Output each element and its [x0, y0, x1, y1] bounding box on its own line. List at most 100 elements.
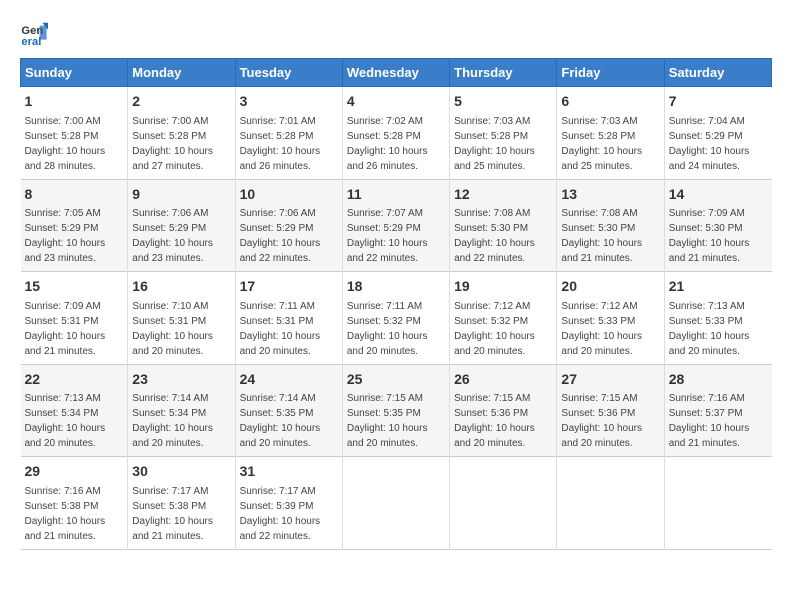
calendar-cell: 26 Sunrise: 7:15 AMSunset: 5:36 PMDayligh…	[450, 364, 557, 457]
day-info: Sunrise: 7:15 AMSunset: 5:36 PMDaylight:…	[561, 393, 642, 449]
day-number: 28	[669, 370, 768, 390]
calendar-cell	[557, 457, 664, 550]
day-number: 4	[347, 92, 445, 112]
calendar-cell: 13 Sunrise: 7:08 AMSunset: 5:30 PMDayligh…	[557, 179, 664, 272]
calendar-cell: 21 Sunrise: 7:13 AMSunset: 5:33 PMDayligh…	[664, 272, 771, 365]
day-number: 26	[454, 370, 552, 390]
day-number: 12	[454, 185, 552, 205]
day-info: Sunrise: 7:17 AMSunset: 5:38 PMDaylight:…	[132, 486, 213, 542]
day-info: Sunrise: 7:13 AMSunset: 5:34 PMDaylight:…	[25, 393, 106, 449]
calendar-cell: 14 Sunrise: 7:09 AMSunset: 5:30 PMDayligh…	[664, 179, 771, 272]
calendar-cell: 9 Sunrise: 7:06 AMSunset: 5:29 PMDaylight…	[128, 179, 235, 272]
day-number: 15	[25, 277, 124, 297]
day-info: Sunrise: 7:13 AMSunset: 5:33 PMDaylight:…	[669, 301, 750, 357]
day-number: 6	[561, 92, 659, 112]
calendar-cell: 8Sunrise: 7:05 AMSunset: 5:29 PMDaylight…	[21, 179, 128, 272]
day-number: 3	[240, 92, 338, 112]
day-number: 14	[669, 185, 768, 205]
day-number: 27	[561, 370, 659, 390]
calendar-cell: 31Sunrise: 7:17 AMSunset: 5:39 PMDayligh…	[235, 457, 342, 550]
column-header-friday: Friday	[557, 59, 664, 87]
column-header-saturday: Saturday	[664, 59, 771, 87]
day-info: Sunrise: 7:06 AMSunset: 5:29 PMDaylight:…	[240, 208, 321, 264]
day-number: 7	[669, 92, 768, 112]
calendar-cell: 15 Sunrise: 7:09 AMSunset: 5:31 PMDayligh…	[21, 272, 128, 365]
calendar-cell: 12 Sunrise: 7:08 AMSunset: 5:30 PMDayligh…	[450, 179, 557, 272]
day-number: 1	[25, 92, 124, 112]
day-number: 20	[561, 277, 659, 297]
calendar-cell: 20 Sunrise: 7:12 AMSunset: 5:33 PMDayligh…	[557, 272, 664, 365]
calendar-cell: 18Sunrise: 7:11 AMSunset: 5:32 PMDayligh…	[342, 272, 449, 365]
calendar-cell: 23Sunrise: 7:14 AMSunset: 5:34 PMDayligh…	[128, 364, 235, 457]
week-row-2: 8Sunrise: 7:05 AMSunset: 5:29 PMDaylight…	[21, 179, 772, 272]
day-info: Sunrise: 7:16 AMSunset: 5:37 PMDaylight:…	[669, 393, 750, 449]
calendar-table: SundayMondayTuesdayWednesdayThursdayFrid…	[20, 58, 772, 550]
calendar-cell: 10 Sunrise: 7:06 AMSunset: 5:29 PMDayligh…	[235, 179, 342, 272]
day-number: 11	[347, 185, 445, 205]
day-info: Sunrise: 7:07 AMSunset: 5:29 PMDaylight:…	[347, 208, 428, 264]
calendar-cell: 24 Sunrise: 7:14 AMSunset: 5:35 PMDayligh…	[235, 364, 342, 457]
column-header-thursday: Thursday	[450, 59, 557, 87]
day-info: Sunrise: 7:03 AMSunset: 5:28 PMDaylight:…	[454, 116, 535, 172]
day-info: Sunrise: 7:08 AMSunset: 5:30 PMDaylight:…	[454, 208, 535, 264]
day-info: Sunrise: 7:06 AMSunset: 5:29 PMDaylight:…	[132, 208, 213, 264]
calendar-cell: 30 Sunrise: 7:17 AMSunset: 5:38 PMDayligh…	[128, 457, 235, 550]
day-number: 24	[240, 370, 338, 390]
day-info: Sunrise: 7:00 AMSunset: 5:28 PMDaylight:…	[25, 116, 106, 172]
day-number: 5	[454, 92, 552, 112]
day-info: Sunrise: 7:10 AMSunset: 5:31 PMDaylight:…	[132, 301, 213, 357]
calendar-cell: 7 Sunrise: 7:04 AMSunset: 5:29 PMDaylight…	[664, 87, 771, 180]
calendar-cell	[342, 457, 449, 550]
column-header-monday: Monday	[128, 59, 235, 87]
day-info: Sunrise: 7:12 AMSunset: 5:33 PMDaylight:…	[561, 301, 642, 357]
calendar-cell	[450, 457, 557, 550]
week-row-5: 29 Sunrise: 7:16 AMSunset: 5:38 PMDayligh…	[21, 457, 772, 550]
calendar-cell: 16 Sunrise: 7:10 AMSunset: 5:31 PMDayligh…	[128, 272, 235, 365]
day-number: 25	[347, 370, 445, 390]
day-number: 16	[132, 277, 230, 297]
day-number: 19	[454, 277, 552, 297]
day-info: Sunrise: 7:08 AMSunset: 5:30 PMDaylight:…	[561, 208, 642, 264]
calendar-cell: 27 Sunrise: 7:15 AMSunset: 5:36 PMDayligh…	[557, 364, 664, 457]
day-info: Sunrise: 7:15 AMSunset: 5:36 PMDaylight:…	[454, 393, 535, 449]
page-header: Gen eral	[20, 20, 772, 48]
day-number: 21	[669, 277, 768, 297]
day-info: Sunrise: 7:12 AMSunset: 5:32 PMDaylight:…	[454, 301, 535, 357]
day-info: Sunrise: 7:15 AMSunset: 5:35 PMDaylight:…	[347, 393, 428, 449]
calendar-cell: 11 Sunrise: 7:07 AMSunset: 5:29 PMDayligh…	[342, 179, 449, 272]
day-info: Sunrise: 7:04 AMSunset: 5:29 PMDaylight:…	[669, 116, 750, 172]
day-number: 13	[561, 185, 659, 205]
day-info: Sunrise: 7:14 AMSunset: 5:35 PMDaylight:…	[240, 393, 321, 449]
day-info: Sunrise: 7:17 AMSunset: 5:39 PMDaylight:…	[240, 486, 321, 542]
column-header-sunday: Sunday	[21, 59, 128, 87]
column-header-wednesday: Wednesday	[342, 59, 449, 87]
week-row-1: 1 Sunrise: 7:00 AMSunset: 5:28 PMDaylight…	[21, 87, 772, 180]
day-number: 30	[132, 462, 230, 482]
column-header-tuesday: Tuesday	[235, 59, 342, 87]
day-number: 18	[347, 277, 445, 297]
day-number: 23	[132, 370, 230, 390]
day-info: Sunrise: 7:11 AMSunset: 5:31 PMDaylight:…	[240, 301, 321, 357]
logo: Gen eral	[20, 20, 52, 48]
calendar-cell: 29 Sunrise: 7:16 AMSunset: 5:38 PMDayligh…	[21, 457, 128, 550]
day-number: 2	[132, 92, 230, 112]
day-number: 8	[25, 185, 124, 205]
day-number: 9	[132, 185, 230, 205]
logo-icon: Gen eral	[20, 20, 48, 48]
day-info: Sunrise: 7:09 AMSunset: 5:30 PMDaylight:…	[669, 208, 750, 264]
day-info: Sunrise: 7:01 AMSunset: 5:28 PMDaylight:…	[240, 116, 321, 172]
calendar-cell: 3 Sunrise: 7:01 AMSunset: 5:28 PMDaylight…	[235, 87, 342, 180]
svg-text:eral: eral	[21, 36, 41, 48]
day-info: Sunrise: 7:03 AMSunset: 5:28 PMDaylight:…	[561, 116, 642, 172]
day-number: 22	[25, 370, 124, 390]
day-number: 17	[240, 277, 338, 297]
day-number: 10	[240, 185, 338, 205]
day-number: 29	[25, 462, 124, 482]
calendar-cell: 25 Sunrise: 7:15 AMSunset: 5:35 PMDayligh…	[342, 364, 449, 457]
day-info: Sunrise: 7:09 AMSunset: 5:31 PMDaylight:…	[25, 301, 106, 357]
header-row: SundayMondayTuesdayWednesdayThursdayFrid…	[21, 59, 772, 87]
calendar-cell: 28 Sunrise: 7:16 AMSunset: 5:37 PMDayligh…	[664, 364, 771, 457]
day-info: Sunrise: 7:16 AMSunset: 5:38 PMDaylight:…	[25, 486, 106, 542]
calendar-cell: 5 Sunrise: 7:03 AMSunset: 5:28 PMDaylight…	[450, 87, 557, 180]
calendar-cell: 6 Sunrise: 7:03 AMSunset: 5:28 PMDaylight…	[557, 87, 664, 180]
